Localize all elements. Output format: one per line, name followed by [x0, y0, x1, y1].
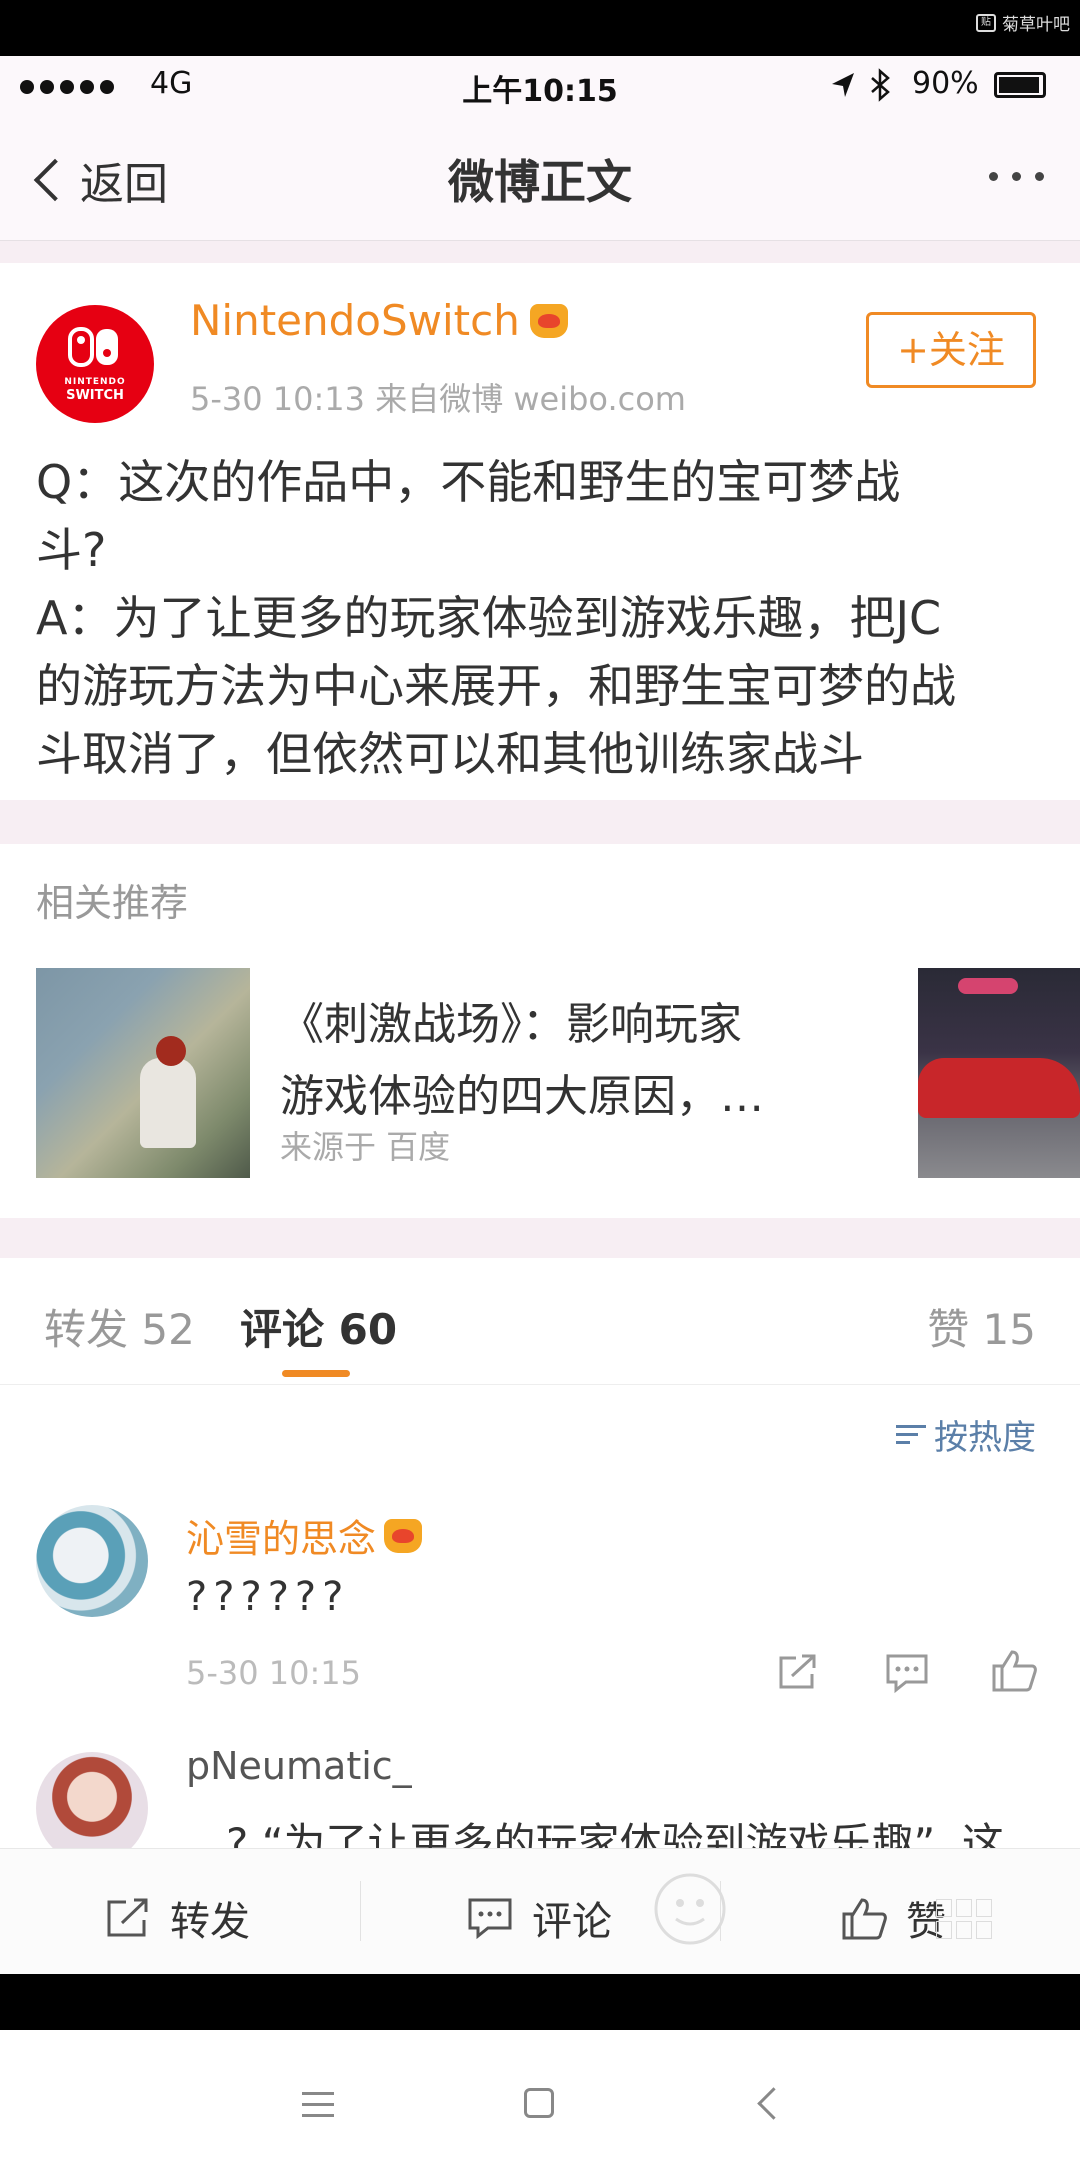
related-headline-line[interactable]: 《刺激战场》：影响玩家 — [280, 988, 742, 1052]
bottom-black-bar — [0, 1974, 1080, 2030]
commenter-name[interactable]: pNeumatic_ — [186, 1744, 412, 1788]
battery-icon — [994, 72, 1046, 98]
tab-comment[interactable]: 评论 60 — [240, 1296, 397, 1357]
menu-icon[interactable] — [302, 2092, 334, 2117]
commenter-avatar[interactable] — [36, 1505, 148, 1617]
comment-time: 5-30 10:15 — [186, 1654, 362, 1692]
system-navigation-bar — [0, 2030, 1080, 2160]
location-arrow-icon — [832, 73, 854, 97]
vip-crown-icon — [384, 1518, 423, 1553]
comment-icon — [468, 1898, 512, 1940]
related-thumbnail-2[interactable] — [918, 968, 1080, 1178]
divider — [0, 1218, 1080, 1258]
follow-button[interactable]: +关注 — [866, 312, 1036, 388]
watermark-text: 菊草叶吧 — [1002, 15, 1070, 35]
vip-crown-icon — [529, 303, 568, 338]
post-text-line: 的游玩方法为中心来展开，和野生宝可梦的战 — [36, 659, 956, 713]
status-bar: 4G 上午10:15 90% — [0, 56, 1080, 116]
post-text-line: A：为了让更多的玩家体验到游戏乐趣，把JC — [36, 591, 942, 645]
related-thumbnail[interactable] — [36, 968, 250, 1178]
repost-button[interactable]: 转发 — [104, 1889, 250, 1947]
tab-like[interactable]: 赞 15 — [927, 1296, 1036, 1357]
tab-repost[interactable]: 转发 52 — [44, 1296, 195, 1357]
comment-share-icon[interactable] — [776, 1652, 820, 1692]
divider — [0, 800, 1080, 844]
active-tab-indicator — [282, 1370, 350, 1377]
related-source: 来源于 百度 — [280, 1128, 451, 1166]
more-options-button[interactable] — [989, 172, 1044, 181]
bottom-action-bar: 转发 评论 赞 — [0, 1848, 1080, 1975]
watermark-icon: 贴 — [976, 13, 996, 32]
comment-like-icon[interactable] — [990, 1646, 1038, 1694]
watermark: 贴 菊草叶吧 — [976, 10, 1070, 35]
emoji-sticker-icon — [654, 1873, 726, 1945]
author-avatar[interactable]: NINTENDO SWITCH — [36, 305, 154, 423]
post-meta: 5-30 10:13 来自微博 weibo.com — [190, 380, 686, 418]
related-headline-line[interactable]: 游戏体验的四大原因，… — [280, 1060, 764, 1124]
related-section-title: 相关推荐 — [36, 881, 189, 925]
post-text-line: 斗? — [36, 523, 107, 577]
like-button[interactable]: 赞 — [840, 1889, 946, 1947]
battery-percent: 90% — [912, 66, 979, 101]
divider — [0, 1384, 1080, 1385]
page-title: 微博正文 — [448, 155, 632, 209]
post-text-line: Q：这次的作品中，不能和野生的宝可梦战 — [36, 455, 901, 509]
more-dots-icon — [989, 172, 998, 181]
commenter-name[interactable]: 沁雪的思念 — [186, 1508, 423, 1563]
grid-overlay-icon — [936, 1899, 992, 1939]
repost-icon — [107, 1898, 148, 1937]
sort-by-hot-button[interactable]: 按热度 — [896, 1410, 1036, 1459]
post-text-line: 斗取消了，但依然可以和其他训练家战斗 — [36, 727, 864, 781]
divider — [0, 241, 1080, 263]
author-name[interactable]: NintendoSwitch — [190, 296, 568, 345]
bluetooth-icon — [871, 68, 890, 102]
home-icon[interactable] — [524, 2088, 554, 2118]
avatar-brand-text: NINTENDO SWITCH — [64, 377, 126, 403]
comment-reply-icon[interactable] — [884, 1652, 930, 1694]
thumbs-up-icon — [842, 1898, 887, 1940]
nintendo-switch-logo-icon — [68, 327, 118, 367]
comment-text: ?????? — [186, 1574, 350, 1620]
top-black-bar — [0, 0, 1080, 56]
back-nav-icon[interactable] — [757, 2087, 790, 2120]
sort-icon — [896, 1425, 926, 1444]
navigation-bar: 返回 微博正文 — [0, 116, 1080, 241]
comment-button[interactable]: 评论 — [466, 1889, 612, 1947]
